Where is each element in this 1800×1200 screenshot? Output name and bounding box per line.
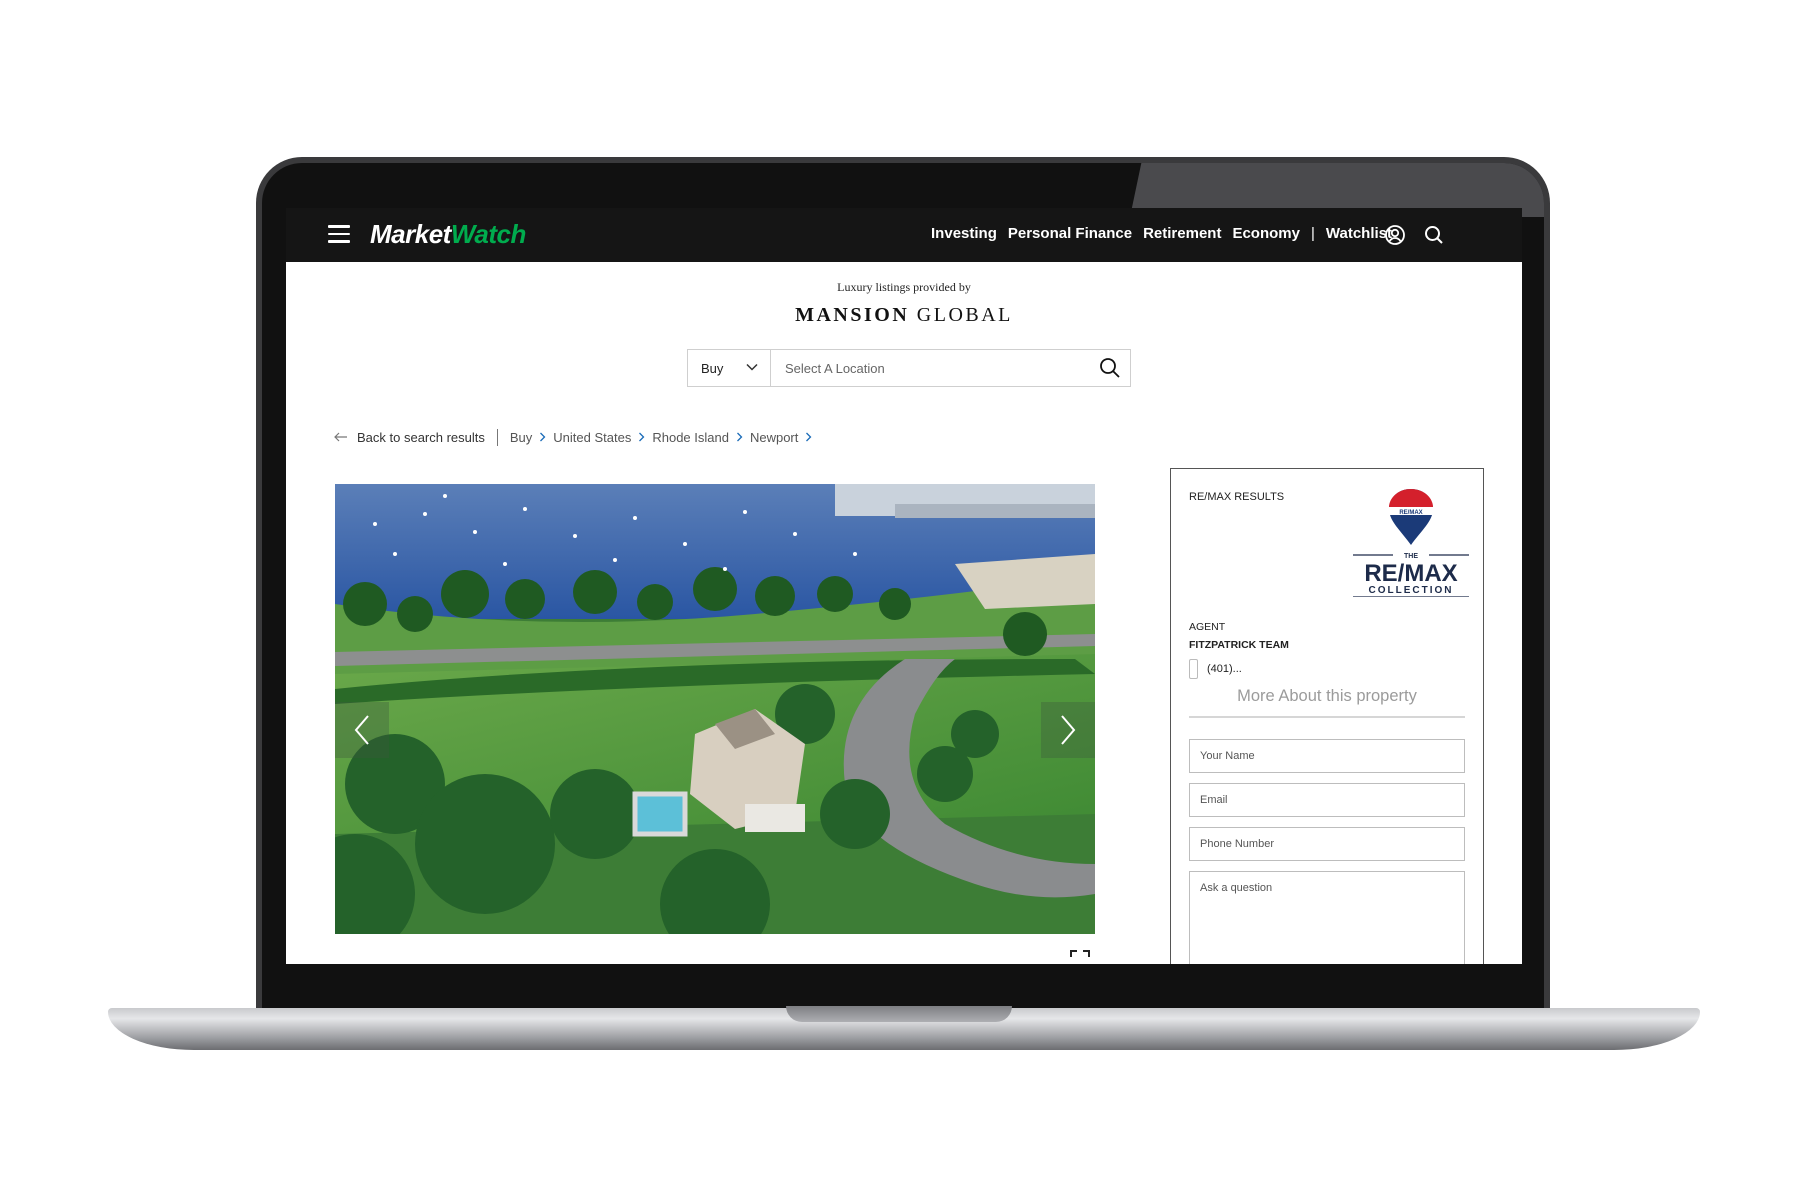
- agent-phone-link[interactable]: (401)...: [1189, 659, 1242, 679]
- logo-main-text: RE/MAX: [1364, 560, 1457, 587]
- mansion-global-logo[interactable]: MANSION GLOBAL: [286, 304, 1522, 327]
- property-aerial-image: [335, 484, 1095, 934]
- listing-type-select[interactable]: Buy: [688, 350, 771, 386]
- laptop-notch: [786, 1006, 1012, 1022]
- breadcrumb-rhode-island[interactable]: Rhode Island: [652, 430, 729, 445]
- nav-investing[interactable]: Investing: [931, 225, 997, 242]
- search-submit-icon[interactable]: [1090, 350, 1130, 386]
- nav-retirement[interactable]: Retirement: [1143, 225, 1221, 242]
- chevron-right-icon: [806, 432, 812, 442]
- provided-by-text: Luxury listings provided by: [837, 280, 971, 294]
- browser-screen: MarketWatch Investing Personal Finance R…: [286, 208, 1522, 964]
- chevron-right-icon: [639, 432, 645, 442]
- more-about-heading: More About this property: [1189, 687, 1465, 718]
- question-textarea[interactable]: [1189, 871, 1465, 964]
- chevron-right-icon: [1061, 715, 1076, 745]
- breadcrumb-newport[interactable]: Newport: [750, 430, 798, 445]
- main-nav: Investing Personal Finance Retirement Ec…: [920, 225, 1392, 242]
- chevron-down-icon: [746, 363, 758, 371]
- fullscreen-icon[interactable]: [1070, 950, 1090, 964]
- card-heading: RE/MAX RESULTS: [1189, 491, 1285, 503]
- chevron-left-icon: [354, 715, 369, 745]
- nav-separator: |: [1310, 225, 1315, 242]
- marketwatch-logo[interactable]: MarketWatch: [370, 219, 526, 250]
- nav-economy[interactable]: Economy: [1232, 225, 1300, 242]
- arrow-left-icon: [334, 432, 347, 442]
- agent-contact-card: RE/MAX RESULTS RE/MAX THE RE/MAX COLLECT…: [1170, 468, 1484, 964]
- breadcrumb-buy[interactable]: Buy: [510, 430, 532, 445]
- agent-name: FITZPATRICK TEAM: [1189, 639, 1289, 651]
- email-field[interactable]: [1189, 783, 1465, 817]
- phone-icon: [1189, 659, 1198, 679]
- search-icon[interactable]: [1422, 223, 1446, 247]
- remax-collection-logo: RE/MAX THE RE/MAX COLLECTION: [1353, 489, 1469, 597]
- chevron-right-icon: [540, 432, 546, 442]
- account-icon[interactable]: [1383, 223, 1407, 247]
- breadcrumb-divider: [496, 428, 498, 446]
- chevron-right-icon: [737, 432, 743, 442]
- agent-label: AGENT: [1189, 621, 1226, 633]
- back-to-results-label: Back to search results: [357, 429, 485, 445]
- your-name-field[interactable]: [1189, 739, 1465, 773]
- listing-type-value: Buy: [701, 360, 724, 376]
- site-header: MarketWatch Investing Personal Finance R…: [286, 208, 1522, 262]
- back-to-results-link[interactable]: Back to search results: [334, 430, 485, 445]
- logo-text-market: Market: [370, 219, 451, 249]
- nav-personal-finance[interactable]: Personal Finance: [1008, 225, 1132, 242]
- next-photo-button[interactable]: [1041, 702, 1095, 758]
- agent-phone-number: (401)...: [1207, 663, 1242, 675]
- property-photo[interactable]: [335, 484, 1095, 934]
- logo-collection-text: COLLECTION: [1369, 585, 1454, 596]
- mansion-bold-text: MANSION: [795, 304, 910, 326]
- phone-number-field[interactable]: [1189, 827, 1465, 861]
- property-search-bar: Buy: [687, 349, 1131, 387]
- logo-text-watch: Watch: [450, 219, 527, 249]
- breadcrumb-united-states[interactable]: United States: [553, 430, 631, 445]
- logo-balloon-text: RE/MAX: [1399, 510, 1422, 516]
- prev-photo-button[interactable]: [335, 702, 389, 758]
- breadcrumb: Back to search results Buy United States…: [334, 427, 819, 447]
- mansion-light-text: GLOBAL: [916, 304, 1013, 326]
- menu-icon[interactable]: [328, 225, 350, 243]
- location-input[interactable]: [771, 350, 1090, 386]
- logo-the-text: THE: [1404, 553, 1418, 560]
